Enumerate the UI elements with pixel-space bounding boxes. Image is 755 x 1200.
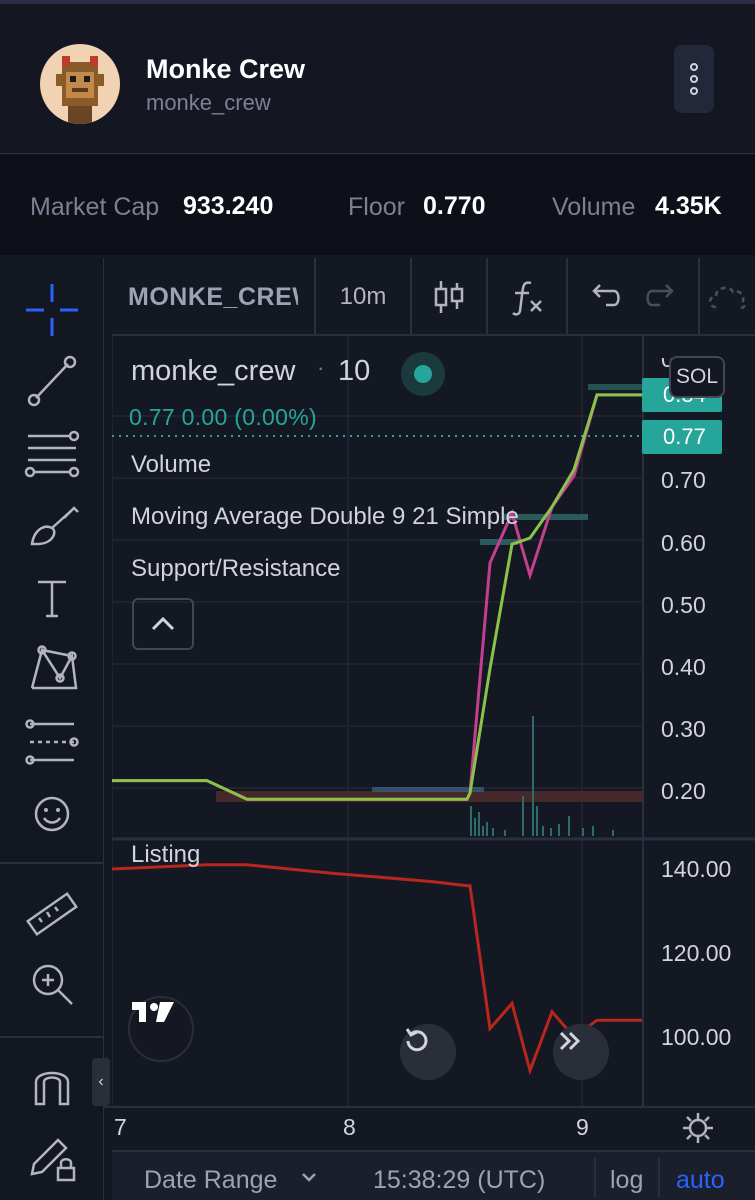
price-tick: 0.20	[661, 778, 706, 804]
volume-bar	[592, 826, 594, 836]
time-tick: 8	[343, 1114, 356, 1140]
price-tag-last: 0.77	[642, 420, 722, 454]
date-range-button[interactable]: Date Range	[144, 1166, 277, 1195]
legend-interval: 10	[338, 355, 371, 387]
indicator-moving-average[interactable]: Moving Average Double 9 21 Simple	[131, 503, 519, 531]
bottom-bar: Date Range 15:38:29 (UTC) log auto	[112, 1150, 755, 1200]
chart-area[interactable]: monke_crew · 10 0.77 0.00 (0.00%) Volume…	[112, 336, 755, 1106]
emoji-icon[interactable]	[22, 784, 82, 844]
volume-bar	[582, 828, 584, 836]
time-tick: 7	[114, 1114, 127, 1140]
bottom-divider	[658, 1158, 660, 1198]
redo-icon[interactable]	[642, 277, 682, 317]
trend-line-icon[interactable]	[22, 350, 82, 410]
undo-icon[interactable]	[584, 277, 624, 317]
volume-bar	[478, 812, 480, 836]
price-tick: 0.60	[661, 530, 706, 556]
gear-icon[interactable]	[680, 1110, 716, 1146]
drawing-toolbar	[0, 258, 104, 1200]
double-chevron-right-icon	[559, 1031, 581, 1051]
volume-bar	[536, 806, 538, 836]
currency-label[interactable]: SOL	[669, 356, 725, 398]
fib-lines-icon[interactable]	[22, 422, 82, 482]
volume-label: Volume	[552, 193, 636, 221]
stats-bar: Market Cap 933.240 Floor 0.770 Volume 4.…	[0, 155, 755, 255]
fx-icon[interactable]	[488, 258, 568, 336]
collapse-toolbar-tab[interactable]: ‹	[92, 1058, 110, 1106]
volume-bar	[550, 828, 552, 836]
floor-label: Floor	[348, 193, 405, 221]
scroll-to-realtime-button[interactable]	[553, 1024, 609, 1080]
bottom-divider	[594, 1158, 596, 1198]
vertical-dots-icon[interactable]	[674, 45, 714, 113]
price-tick: 0.70	[661, 467, 706, 493]
lock-pencil-icon[interactable]	[22, 1128, 82, 1188]
volume-bar	[482, 826, 484, 836]
volume-value: 4.35K	[655, 192, 722, 220]
market-cap-value: 933.240	[183, 192, 274, 220]
collapse-legend-button[interactable]	[132, 598, 194, 650]
reset-icon	[405, 1028, 428, 1052]
cloud-icon[interactable]	[700, 258, 755, 336]
price-tick: 0.50	[661, 592, 706, 618]
symbol-label: MONKE_CREW	[128, 282, 298, 311]
volume-bar	[504, 830, 506, 836]
price-tick: 0.30	[661, 716, 706, 742]
tradingview-logo[interactable]	[128, 996, 194, 1062]
candles-icon[interactable]	[412, 258, 488, 336]
indicator-volume[interactable]: Volume	[131, 451, 211, 479]
volume-bar	[558, 824, 560, 836]
prediction-icon[interactable]	[22, 712, 82, 772]
volume-bar	[522, 796, 524, 836]
pixel-monkey-avatar[interactable]	[40, 44, 120, 124]
collection-header: Monke Crew monke_crew	[0, 4, 755, 154]
chart-topbar: MONKE_CREW 10m	[112, 258, 755, 336]
magnet-icon[interactable]	[22, 1054, 82, 1114]
legend-symbol[interactable]: monke_crew	[131, 355, 295, 388]
pattern-icon[interactable]	[22, 638, 82, 698]
auto-toggle[interactable]: auto	[676, 1166, 725, 1195]
utc-clock[interactable]: 15:38:29 (UTC)	[373, 1166, 545, 1195]
time-tick: 9	[576, 1114, 589, 1140]
text-icon[interactable]	[22, 568, 82, 628]
legend-separator: ·	[317, 355, 325, 380]
listing-tick: 140.00	[661, 856, 732, 882]
ruler-icon[interactable]	[22, 884, 82, 944]
toolbar-divider	[0, 1036, 104, 1038]
volume-bar	[612, 830, 614, 836]
interval-selector[interactable]: 10m	[316, 258, 412, 336]
volume-bar	[532, 716, 534, 836]
floor-value: 0.770	[423, 192, 486, 220]
listing-tick: 100.00	[661, 1024, 732, 1050]
price-tick: 0.40	[661, 654, 706, 680]
legend-values: 0.77 0.00 (0.00%)	[129, 404, 317, 430]
volume-bar	[486, 822, 488, 836]
volume-bar	[492, 828, 494, 836]
symbol-search[interactable]: MONKE_CREW	[112, 258, 316, 336]
market-status-dot[interactable]	[401, 352, 445, 396]
chevron-up-icon	[151, 616, 175, 631]
listing-tick: 120.00	[661, 940, 732, 966]
brush-icon[interactable]	[22, 498, 82, 558]
volume-bar	[568, 816, 570, 836]
zoom-in-icon[interactable]	[22, 954, 82, 1014]
indicator-support-resistance[interactable]: Support/Resistance	[131, 555, 340, 583]
market-cap-label: Market Cap	[30, 193, 160, 221]
chart-app: MONKE_CREW 10m monke_crew · 10 0.77 0.00…	[0, 258, 755, 1200]
toolbar-divider	[0, 862, 104, 864]
log-toggle[interactable]: log	[610, 1166, 643, 1195]
reset-chart-button[interactable]	[400, 1024, 456, 1080]
volume-bar	[474, 818, 476, 836]
crosshair-icon[interactable]	[22, 280, 82, 340]
collection-handle: monke_crew	[146, 90, 271, 115]
interval-label: 10m	[339, 283, 387, 310]
volume-bar	[542, 826, 544, 836]
chevron-down-icon	[302, 1173, 316, 1182]
undo-redo-group	[568, 258, 700, 336]
listing-pane-label[interactable]: Listing	[131, 841, 200, 869]
volume-bar	[470, 806, 472, 836]
time-axis[interactable]: 7 8 9	[104, 1106, 755, 1150]
collection-name: Monke Crew	[146, 54, 306, 84]
